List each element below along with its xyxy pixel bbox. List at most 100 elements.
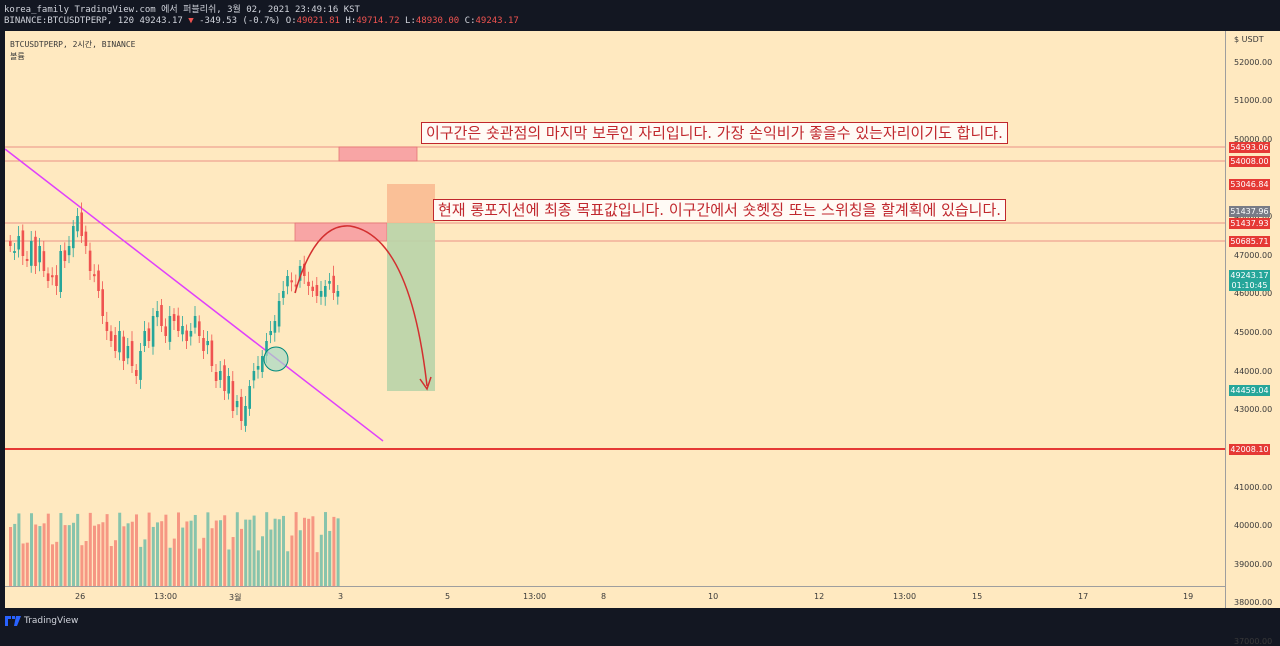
candle-body [97,270,100,291]
ohlc-bar: BINANCE:BTCUSDTPERP, 120 49243.17 ▼ -349… [4,16,519,26]
volume-bar [160,521,164,587]
volume-bar [67,525,71,587]
candle-body [34,236,37,266]
candle-body [156,311,159,318]
volume-bar [25,542,29,587]
candle-body [139,351,142,380]
candle-body [256,366,260,370]
tradingview-logo-icon[interactable] [5,616,21,626]
volume-bar [177,512,180,587]
volume-bar [114,540,117,587]
candle-body [147,328,151,341]
volume-bar [261,536,264,587]
short-zone-box [338,146,418,162]
price-tick: 43000.00 [1234,405,1273,415]
price-tag: 01:10:45 [1229,280,1270,291]
candle-body [290,280,293,283]
candle-body [21,230,25,256]
volume-bar [42,523,46,587]
candle-body [269,331,272,336]
candle-body [105,321,109,331]
volume-bar [219,520,222,587]
candle-body [286,276,289,287]
candle-body [219,371,222,380]
price-axis[interactable]: $ USDT 58000.0057000.0056000.0055000.005… [1225,31,1280,646]
volume-bar [189,520,193,587]
annotation-mid[interactable]: 현재 롱포지션에 최종 목표값입니다. 이구간에서 숏헷징 또는 스위칭을 할계… [433,199,1007,221]
candle-body [231,381,235,411]
price-tag: 51437.93 [1229,218,1270,229]
candle-body [114,335,117,351]
currency-label: $ USDT [1234,35,1264,44]
candle-body [109,331,113,341]
volume-bar [290,535,294,587]
candle-body [193,316,197,328]
price-tick: 39000.00 [1234,559,1273,569]
candle-body [282,291,285,298]
volume-bar [139,546,143,587]
candle-body [118,331,121,353]
price-tag: 42008.10 [1229,444,1270,455]
volume-bar [80,545,84,587]
candle-body [189,331,193,337]
candle-body [332,275,335,293]
price-tag: 51437.96 [1229,206,1270,217]
candle-body [101,289,104,316]
volume-bar [332,516,336,587]
volume-bar [13,523,17,587]
candlestick-plot[interactable] [5,31,1225,608]
candle-body [261,356,264,372]
candle-body [210,340,214,366]
volume-bar [282,515,285,587]
volume-bar [172,538,176,587]
candle-body [244,406,247,426]
candle-body [93,274,96,277]
candle-body [252,371,256,381]
chart-pane[interactable]: BTCUSDTPERP, 2시간, BINANCE 볼륨 이구간은 숏관점의 마… [5,31,1225,608]
volume-bar [269,529,273,587]
volume-legend[interactable]: 볼륨 [10,51,25,62]
candle-body [72,226,75,249]
volume-bar [21,543,25,587]
candle-body [315,285,319,296]
candle-body [168,316,172,342]
chart-header: korea_family TradingView.com 에서 퍼블리쉬, 3월… [0,0,1280,30]
candle-body [122,336,125,361]
volume-bar [286,551,290,587]
close-label: C: [464,16,476,26]
volume-bar [252,515,256,587]
candle-body [25,258,29,261]
volume-bar [97,524,101,587]
high-label: H: [345,16,357,26]
price-tick: 44000.00 [1234,366,1273,376]
annotation-top[interactable]: 이구간은 숏관점의 마지막 보루인 자리입니다. 가장 손익비가 좋을수 있는자… [421,122,1008,144]
price-tick: 40000.00 [1234,521,1273,531]
volume-bar [63,525,67,587]
volume-bar [109,546,113,587]
position-target-zone [387,223,435,391]
volume-bar [324,512,327,587]
symbol-legend[interactable]: BTCUSDTPERP, 2시간, BINANCE [10,39,136,50]
low-value: 48930.00 [415,16,460,26]
volume-bar [265,512,269,587]
volume-bar [84,541,88,587]
price-tick: 37000.00 [1234,637,1273,646]
volume-bar [202,537,206,587]
candle-body [80,212,83,236]
time-axis[interactable]: 26 13:00 3월 3 5 13:00 8 10 12 13:00 15 17 19 [5,586,1225,608]
price-tick: 38000.00 [1234,598,1273,608]
volume-bar [319,534,323,587]
candle-body [17,236,20,250]
candle-body [42,251,46,271]
tradingview-brand[interactable]: TradingView [24,616,78,626]
candle-body [46,273,50,281]
volume-bar [185,521,189,587]
volume-bar [135,514,138,587]
candle-body [135,370,138,376]
volume-bar [303,517,306,587]
candle-body [59,251,62,292]
candle-body [76,216,79,232]
time-tick: 3 [338,592,344,601]
open-value: 49021.81 [296,16,340,26]
time-tick: 15 [972,592,983,601]
